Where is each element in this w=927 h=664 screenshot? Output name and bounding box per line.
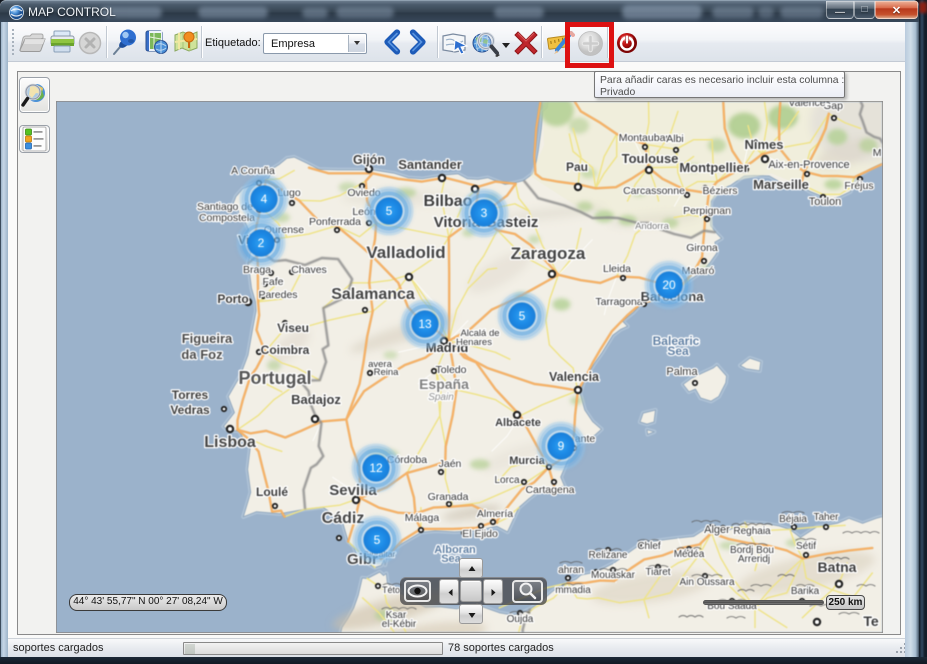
- svg-text:Fréjus: Fréjus: [844, 180, 873, 192]
- svg-text:Loulé: Loulé: [256, 485, 288, 499]
- svg-text:Henares: Henares: [456, 337, 492, 348]
- svg-text:5: 5: [374, 533, 381, 547]
- svg-text:Málaga: Málaga: [405, 512, 440, 524]
- svg-text:12: 12: [369, 461, 383, 475]
- svg-text:Zaragoza: Zaragoza: [511, 244, 586, 263]
- svg-text:Ain Oussara: Ain Oussara: [679, 577, 734, 588]
- svg-text:Batna: Batna: [818, 559, 857, 575]
- svg-text:Perpignan: Perpignan: [683, 205, 731, 217]
- svg-text:Badajoz: Badajoz: [291, 392, 341, 407]
- svg-text:Albi: Albi: [666, 133, 684, 145]
- svg-text:Pau: Pau: [566, 160, 588, 174]
- svg-text:Montpellier: Montpellier: [679, 160, 748, 175]
- svg-text:Torres: Torres: [172, 388, 209, 402]
- svg-text:Lorca: Lorca: [494, 475, 519, 486]
- svg-text:Sétif: Sétif: [796, 541, 816, 552]
- svg-text:Sea: Sea: [667, 344, 689, 358]
- svg-text:Chaves: Chaves: [291, 264, 327, 276]
- svg-text:Nîmes: Nîmes: [744, 137, 783, 152]
- svg-text:Salamanca: Salamanca: [331, 286, 415, 303]
- svg-text:Jaén: Jaén: [439, 458, 462, 470]
- svg-text:Tiaret: Tiaret: [645, 567, 670, 578]
- svg-text:Granada: Granada: [428, 491, 469, 503]
- svg-text:Médéa: Médéa: [674, 549, 705, 560]
- svg-text:Gap: Gap: [823, 102, 843, 112]
- svg-text:Santander: Santander: [398, 157, 462, 172]
- svg-text:Mo: Mo: [873, 147, 882, 159]
- svg-text:Relizane: Relizane: [589, 550, 628, 561]
- svg-text:Marseille: Marseille: [753, 177, 809, 192]
- svg-text:Chlef: Chlef: [637, 541, 661, 552]
- svg-text:Girona: Girona: [686, 242, 718, 254]
- svg-text:Barika: Barika: [791, 586, 820, 597]
- svg-text:Almería: Almería: [477, 508, 513, 520]
- svg-text:Valencia: Valencia: [549, 370, 600, 384]
- svg-text:2: 2: [258, 236, 265, 250]
- svg-text:Gijón: Gijón: [353, 153, 385, 167]
- svg-text:Lisboa: Lisboa: [204, 434, 256, 451]
- svg-text:Tarragona: Tarragona: [595, 296, 642, 308]
- svg-text:Fafe: Fafe: [262, 276, 283, 288]
- svg-text:Cartagena: Cartagena: [525, 484, 574, 496]
- svg-text:Andorra: Andorra: [635, 221, 670, 232]
- svg-text:ahran: ahran: [558, 565, 584, 576]
- svg-text:Palma: Palma: [666, 366, 698, 378]
- svg-text:Montauban: Montauban: [619, 132, 672, 144]
- svg-text:Spain: Spain: [428, 392, 454, 403]
- svg-text:Valladolid: Valladolid: [366, 243, 445, 262]
- svg-text:el-Kébir: el-Kébir: [382, 619, 417, 630]
- svg-text:5: 5: [519, 309, 526, 323]
- svg-text:Valence: Valence: [788, 102, 825, 109]
- svg-text:Viseu: Viseu: [277, 321, 309, 335]
- svg-text:Arreridj: Arreridj: [738, 554, 770, 565]
- svg-text:Portugal: Portugal: [238, 368, 311, 388]
- svg-text:Této: Této: [382, 585, 400, 595]
- svg-text:9: 9: [558, 439, 565, 453]
- svg-text:Paredes: Paredes: [258, 289, 297, 301]
- svg-text:Alger: Alger: [704, 524, 730, 536]
- svg-text:4: 4: [261, 192, 268, 206]
- svg-text:España: España: [419, 376, 469, 392]
- svg-text:3: 3: [481, 206, 488, 220]
- svg-text:Porto: Porto: [217, 292, 248, 306]
- svg-text:Cádiz: Cádiz: [322, 510, 365, 527]
- svg-text:Figueira: Figueira: [182, 331, 233, 346]
- svg-text:Béziers: Béziers: [702, 185, 737, 197]
- svg-text:Reina: Reina: [374, 367, 400, 378]
- svg-text:Albacete: Albacete: [495, 417, 541, 429]
- svg-text:Carcassonne: Carcassonne: [623, 185, 685, 197]
- svg-text:Aix-en-Provence: Aix-en-Provence: [768, 159, 849, 171]
- svg-text:mmadia: mmadia: [555, 585, 591, 596]
- svg-text:Toulouse: Toulouse: [622, 151, 679, 166]
- svg-text:Toulon: Toulon: [809, 196, 841, 208]
- svg-text:Mouaskar: Mouaskar: [591, 570, 636, 581]
- svg-text:Toledo: Toledo: [436, 364, 467, 376]
- svg-text:da Foz: da Foz: [181, 347, 223, 362]
- svg-text:Coimbra: Coimbra: [261, 343, 310, 357]
- svg-text:13: 13: [418, 317, 432, 331]
- svg-text:20: 20: [662, 278, 676, 292]
- svg-text:Ponferrada: Ponferrada: [309, 216, 361, 228]
- svg-text:El Ejido: El Ejido: [462, 528, 498, 540]
- svg-text:Béjaia: Béjaia: [779, 514, 807, 525]
- svg-text:Oujda: Oujda: [507, 614, 534, 625]
- svg-text:Reghaia: Reghaia: [733, 526, 771, 537]
- svg-text:Te: Te: [863, 613, 879, 629]
- svg-text:5: 5: [386, 204, 393, 218]
- svg-text:Lleida: Lleida: [603, 263, 631, 275]
- svg-text:Vedras: Vedras: [170, 403, 210, 417]
- svg-text:Taher: Taher: [813, 512, 839, 523]
